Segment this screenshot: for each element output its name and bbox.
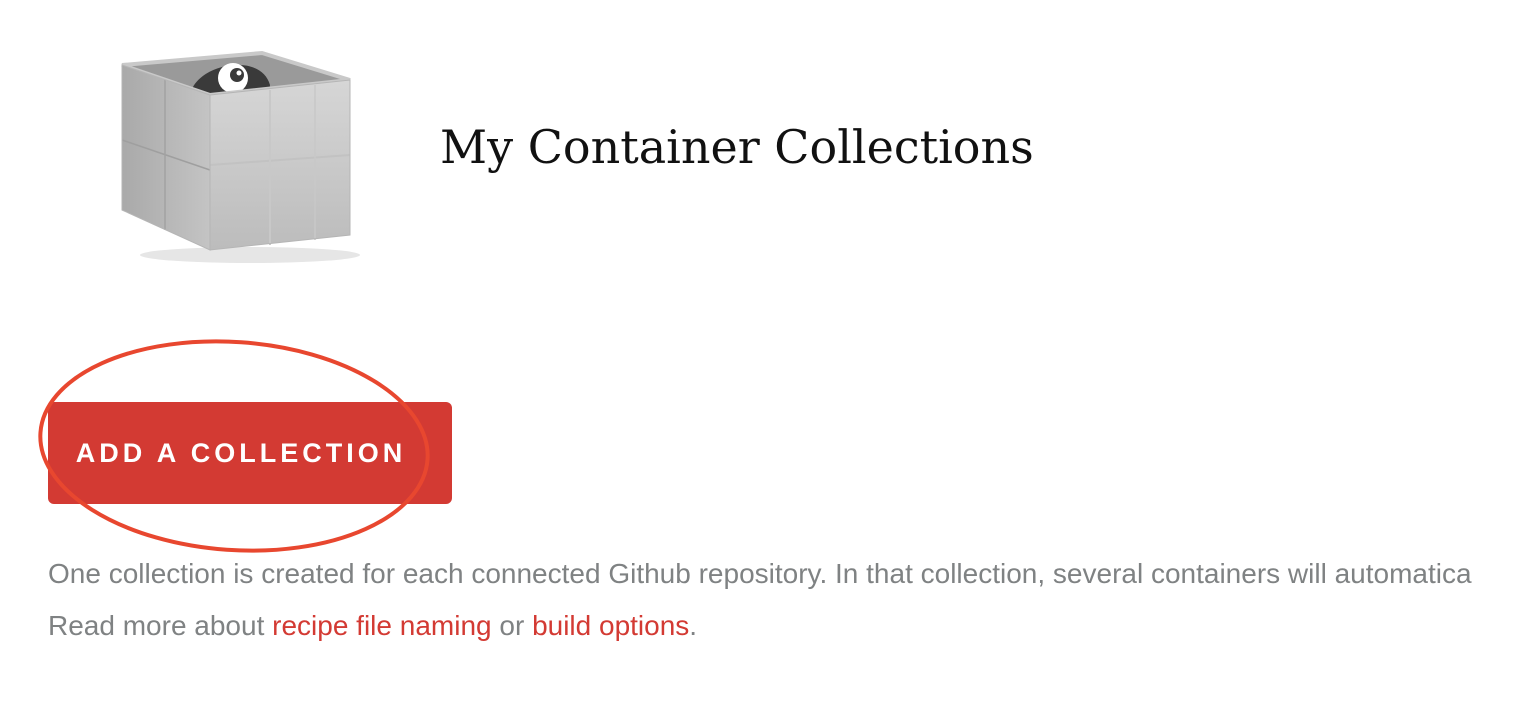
add-collection-button-label: ADD A COLLECTION (75, 437, 407, 468)
container-box-logo-icon (110, 45, 370, 270)
read-more-line: Read more about recipe file naming or bu… (48, 600, 1540, 652)
read-more-suffix: . (689, 610, 698, 641)
recipe-file-naming-link[interactable]: recipe file naming (272, 610, 491, 641)
collection-info: One collection is created for each conne… (48, 548, 1540, 652)
collection-description: One collection is created for each conne… (48, 558, 1472, 589)
read-more-prefix: Read more about (48, 610, 273, 641)
read-more-connector: or (491, 610, 533, 641)
build-options-link[interactable]: build options (532, 610, 689, 641)
page-title: My Container Collections (440, 120, 1034, 174)
add-collection-button[interactable]: ADD A COLLECTION (48, 402, 452, 504)
